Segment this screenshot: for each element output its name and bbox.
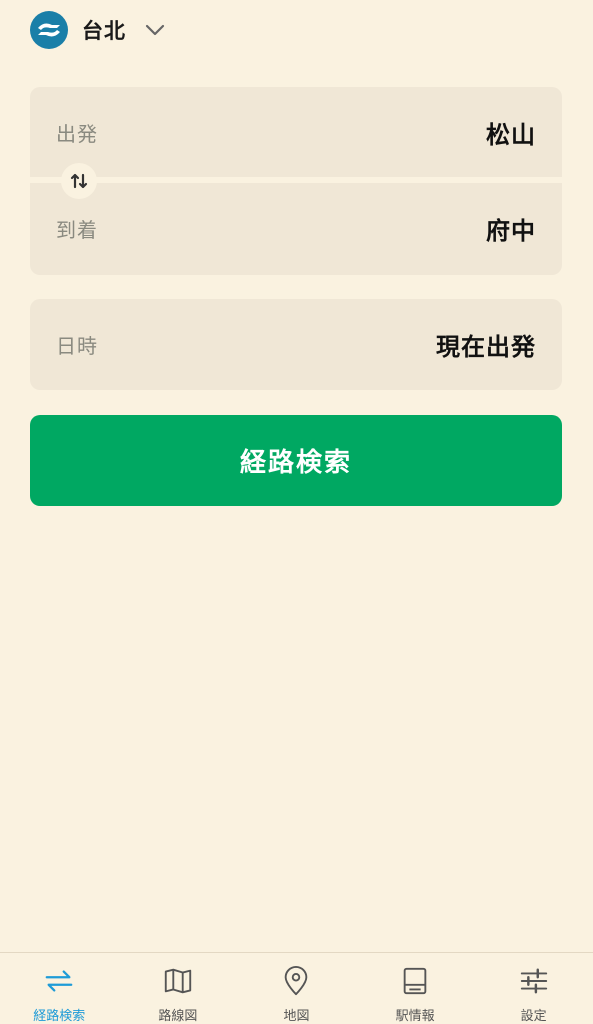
datetime-label: 日時 xyxy=(56,334,98,358)
arrival-station: 府中 xyxy=(486,216,536,245)
arrival-row[interactable]: 到着 府中 xyxy=(30,183,562,273)
map-book-icon xyxy=(164,968,192,994)
station-info-icon xyxy=(403,967,427,995)
nav-label: 駅情報 xyxy=(395,1009,435,1024)
swap-button[interactable] xyxy=(61,163,97,199)
swap-vertical-icon xyxy=(70,173,88,189)
departure-label: 出発 xyxy=(56,121,98,146)
departure-station: 松山 xyxy=(486,120,536,149)
app-root: 台北 出発 松山 到着 府中 日時 現在出発 経路検索 経路検索 路線図 地図 … xyxy=(0,0,593,1024)
station-card: 出発 松山 到着 府中 xyxy=(30,87,562,275)
nav-map[interactable]: 地図 xyxy=(237,953,356,1024)
metro-logo-icon[interactable] xyxy=(30,11,68,49)
nav-label: 経路検索 xyxy=(33,1009,86,1024)
route-search-icon xyxy=(45,970,73,992)
nav-label: 路線図 xyxy=(158,1009,198,1024)
nav-station-info[interactable]: 駅情報 xyxy=(356,953,475,1024)
location-pin-icon xyxy=(285,966,308,996)
nav-label: 設定 xyxy=(520,1009,547,1024)
arrival-label: 到着 xyxy=(56,217,98,242)
nav-route-map[interactable]: 路線図 xyxy=(119,953,238,1024)
nav-settings[interactable]: 設定 xyxy=(474,953,593,1024)
nav-label: 地図 xyxy=(283,1009,310,1024)
route-search-button[interactable]: 経路検索 xyxy=(30,415,562,506)
nav-route-search[interactable]: 経路検索 xyxy=(0,953,119,1024)
settings-sliders-icon xyxy=(520,968,547,994)
datetime-value: 現在出発 xyxy=(436,333,536,361)
chevron-down-icon[interactable] xyxy=(144,19,166,41)
departure-row[interactable]: 出発 松山 xyxy=(30,87,562,177)
bottom-nav: 経路検索 路線図 地図 駅情報 設定 xyxy=(0,952,593,1024)
city-name[interactable]: 台北 xyxy=(82,15,126,45)
datetime-row[interactable]: 日時 現在出発 xyxy=(30,299,562,390)
header: 台北 xyxy=(30,10,166,50)
